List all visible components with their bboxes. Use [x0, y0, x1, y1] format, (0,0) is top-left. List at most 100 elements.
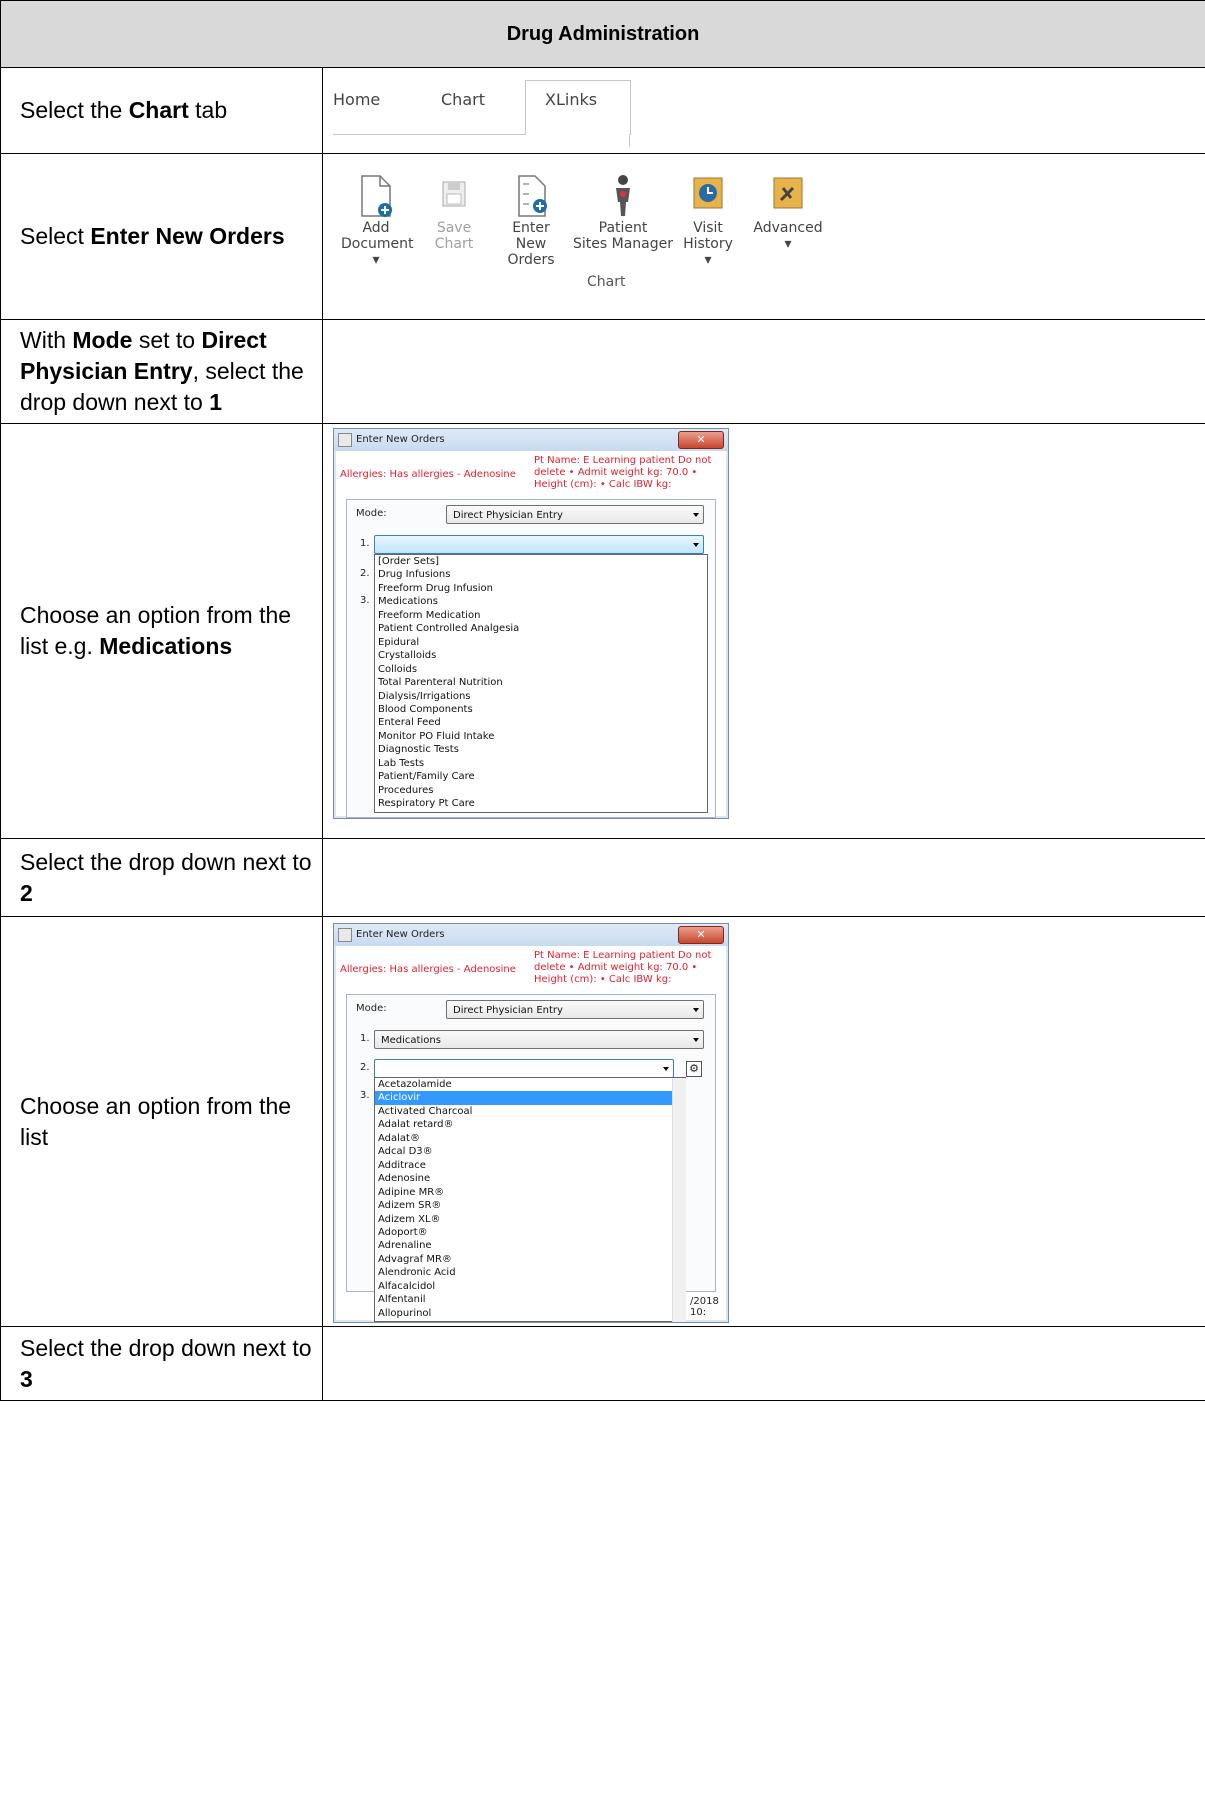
list-item[interactable]: Adenosine	[378, 1172, 685, 1185]
list-item[interactable]: Crystalloids	[378, 649, 707, 662]
empty-cell	[322, 838, 1205, 917]
list-item[interactable]: Blood Components	[378, 703, 707, 716]
visit-history-icon	[693, 177, 723, 209]
step-1-select[interactable]: Medications	[374, 1030, 704, 1049]
list-item[interactable]: Adipine MR®	[378, 1186, 685, 1199]
allergies-text: Allergies: Has allergies - Adenosine	[340, 469, 516, 480]
step-1-label: 1.	[360, 1033, 370, 1044]
list-item[interactable]: Patient Controlled Analgesia	[378, 622, 707, 635]
table-header: Drug Administration	[0, 0, 1205, 68]
ribbon-group-label: Chart	[587, 274, 626, 290]
mode-label: Mode:	[356, 1003, 387, 1014]
list-item[interactable]: Freeform Medication	[378, 609, 707, 622]
list-item[interactable]: Additrace	[378, 1159, 685, 1172]
list-item[interactable]: Adizem SR®	[378, 1199, 685, 1212]
list-item[interactable]: Adalat®	[378, 1132, 685, 1145]
step-1-label: 1.	[360, 538, 370, 549]
close-button[interactable]: ✕	[678, 926, 724, 944]
step-select-dropdown-2: Select the drop down next to 2	[0, 838, 323, 917]
step-3-label: 3.	[360, 1090, 370, 1101]
list-item[interactable]: Medications	[378, 595, 707, 608]
dialog-title: Enter New Orders	[334, 924, 728, 946]
list-item[interactable]: Total Parenteral Nutrition	[378, 676, 707, 689]
category-dropdown-list: [Order Sets] Drug Infusions Freeform Drug …	[374, 554, 708, 813]
list-item[interactable]: Adalat retard®	[378, 1118, 685, 1131]
step-select-dropdown-3: Select the drop down next to 3	[0, 1326, 323, 1401]
list-item[interactable]: Adoport®	[378, 1226, 685, 1239]
list-item[interactable]: Diagnostic Tests	[378, 743, 707, 756]
list-item[interactable]: Epidural	[378, 636, 707, 649]
enter-new-orders-dialog-2: Enter New Orders ✕ Allergies: Has allerg…	[333, 923, 729, 1323]
enter-new-orders-button[interactable]: Enter New Orders	[491, 174, 571, 268]
empty-cell	[322, 319, 1205, 424]
mode-select[interactable]: Direct Physician Entry	[446, 1000, 704, 1019]
list-item[interactable]: Activated Charcoal	[378, 1105, 685, 1118]
enter-new-orders-dialog: Enter New Orders ✕ Allergies: Has allerg…	[333, 428, 729, 819]
step-2-label: 2.	[360, 568, 370, 579]
list-item[interactable]: Dialysis/Irrigations	[378, 690, 707, 703]
list-item[interactable]: Alfentanil	[378, 1293, 685, 1306]
list-item[interactable]: Aciclovir	[375, 1091, 685, 1105]
list-item[interactable]: Enteral Feed	[378, 716, 707, 729]
step-2-label: 2.	[360, 1062, 370, 1073]
close-button[interactable]: ✕	[678, 431, 724, 449]
allergies-text: Allergies: Has allergies - Adenosine	[340, 964, 516, 975]
list-item[interactable]: Alfacalcidol	[378, 1280, 685, 1293]
visit-history-button[interactable]: Visit History ▾	[679, 174, 737, 268]
list-item[interactable]: Advagraf MR®	[378, 1253, 685, 1266]
step-choose-option-2: Choose an option from the list	[0, 916, 323, 1327]
list-item[interactable]: Allopurinol	[378, 1307, 685, 1320]
enter-new-orders-icon	[518, 175, 547, 217]
medication-dropdown-list: Acetazolamide Aciclovir Activated Charcoal…	[374, 1077, 686, 1322]
ribbon-screenshot: Add Document ▾ Save Chart Enter New Orders …	[322, 153, 1205, 320]
tab-home[interactable]: Home	[333, 90, 380, 109]
window-icon	[338, 928, 352, 942]
patient-sites-icon	[616, 175, 630, 216]
patient-info: Pt Name: E Learning patient Do not delete…	[534, 950, 712, 985]
list-item[interactable]: Colloids	[378, 663, 707, 676]
list-item[interactable]: Drug Infusions	[378, 568, 707, 581]
step-select-chart-tab: Select the Chart tab	[0, 67, 323, 154]
save-chart-button[interactable]: Save Chart	[429, 174, 479, 252]
advanced-button[interactable]: Advanced ▾	[753, 174, 823, 252]
mode-label: Mode:	[356, 508, 387, 519]
advanced-icon	[773, 177, 803, 209]
list-item[interactable]: Acetazolamide	[378, 1078, 685, 1091]
tab-xlinks[interactable]: XLinks	[545, 90, 597, 109]
list-item[interactable]: Alendronic Acid	[378, 1266, 685, 1279]
window-icon	[338, 433, 352, 447]
mode-select[interactable]: Direct Physician Entry	[446, 505, 704, 524]
ribbon: Add Document ▾ Save Chart Enter New Orders …	[323, 154, 883, 314]
list-item[interactable]: Procedures	[378, 784, 707, 797]
tab-chart[interactable]: Chart	[441, 90, 485, 109]
list-item[interactable]: Patient/Family Care	[378, 770, 707, 783]
instruction-table: Drug Administration Select the Chart tab…	[0, 0, 1205, 1401]
add-document-button[interactable]: Add Document ▾	[341, 174, 414, 268]
step-1-select[interactable]	[374, 535, 704, 554]
list-item[interactable]: Adcal D3®	[378, 1145, 685, 1158]
step-2-select[interactable]	[374, 1059, 674, 1078]
patient-info: Pt Name: E Learning patient Do not delete…	[534, 455, 712, 490]
dialog1-screenshot: Enter New Orders ✕ Allergies: Has allerg…	[322, 423, 1205, 839]
list-item[interactable]: Respiratory Pt Care	[378, 797, 707, 810]
step-3-label: 3.	[360, 595, 370, 606]
patient-sites-manager-button[interactable]: Patient Sites Manager	[573, 174, 673, 252]
list-item[interactable]: Monitor PO Fluid Intake	[378, 730, 707, 743]
save-chart-icon	[442, 181, 466, 207]
step-mode-direct-entry: With Mode set to Direct Physician Entry,…	[0, 319, 323, 424]
list-item[interactable]: Lab Tests	[378, 757, 707, 770]
step-choose-option-1: Choose an option from the list e.g. Medi…	[0, 423, 323, 839]
list-item[interactable]: Adrenaline	[378, 1239, 685, 1252]
gear-icon[interactable]: ⚙	[686, 1061, 702, 1077]
step-enter-new-orders: Select Enter New Orders	[0, 153, 323, 320]
list-scrollbar[interactable]	[672, 1078, 686, 1322]
tabs-screenshot: Home Chart XLinks	[322, 67, 1205, 154]
list-item[interactable]: [Order Sets]	[378, 555, 707, 568]
add-document-icon	[361, 175, 392, 217]
empty-cell	[322, 1326, 1205, 1401]
list-item[interactable]: Freeform Drug Infusion	[378, 582, 707, 595]
list-item[interactable]: Alteplase	[378, 1320, 685, 1321]
list-item[interactable]: Adizem XL®	[378, 1213, 685, 1226]
dialog-title: Enter New Orders	[334, 429, 728, 451]
dialog2-screenshot: Enter New Orders ✕ Allergies: Has allerg…	[322, 916, 1205, 1327]
